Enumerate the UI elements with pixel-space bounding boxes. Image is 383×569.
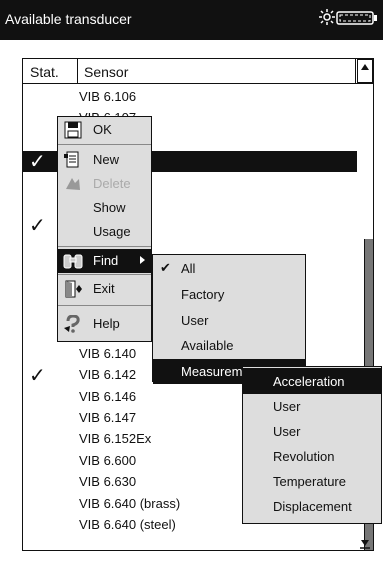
backlight-icon — [319, 9, 335, 25]
menu-item-help[interactable]: Help — [58, 312, 151, 336]
floppy-disk-icon — [64, 121, 82, 139]
measurement-item-label: Displacement — [273, 499, 352, 514]
menu-item-usage[interactable]: Usage — [58, 220, 151, 244]
find-item-label: Factory — [181, 287, 225, 302]
sensor-name: VIB 6.152Ex — [79, 431, 152, 447]
menu-item-label: Find — [93, 253, 119, 268]
menu-item-ok[interactable]: OK — [58, 118, 151, 142]
status-check-icon: ✓ — [29, 151, 46, 174]
binoculars-icon — [63, 254, 83, 269]
measurement-item-revolution[interactable]: Revolution — [243, 443, 381, 469]
find-submenu: ✔ All Factory User Available Measurement — [152, 254, 306, 384]
measurement-item-displacement[interactable]: Displacement — [243, 493, 381, 519]
column-header-sensor[interactable]: Sensor — [78, 59, 356, 83]
menu-item-delete[interactable]: Delete — [58, 172, 151, 196]
new-document-icon — [64, 151, 79, 168]
title-bar: Available transducer — [0, 0, 383, 40]
list-header: Stat. Sensor — [23, 59, 373, 84]
measurement-item-label: User — [273, 399, 301, 414]
table-row[interactable]: VIB 6.106 — [23, 87, 357, 108]
sensor-name: VIB 6.640 (brass) — [79, 495, 181, 511]
measurement-item-label: Temperature — [273, 474, 346, 489]
measurement-item-label: User — [273, 424, 301, 439]
find-item-all[interactable]: ✔ All — [153, 256, 305, 281]
menu-item-find[interactable]: Find — [58, 249, 151, 273]
checkmark-icon: ✔ — [160, 260, 171, 275]
sensor-name: VIB 6.640 (steel) — [79, 517, 176, 532]
measurement-item-user[interactable]: User — [243, 393, 381, 419]
find-item-user[interactable]: User — [153, 308, 305, 333]
find-item-label: Available — [181, 338, 234, 353]
find-item-label: User — [181, 313, 209, 328]
measurement-submenu: Acceleration User User Revolution Temper… — [242, 366, 382, 524]
measurement-item-user-2[interactable]: User — [243, 418, 381, 444]
menu-divider — [58, 246, 151, 247]
measurement-item-label: Revolution — [273, 449, 335, 464]
status-check-icon: ✓ — [29, 215, 46, 238]
submenu-arrow-icon — [140, 256, 145, 264]
sensor-name: VIB 6.140 — [79, 345, 137, 361]
sensor-name: VIB 6.142 — [79, 367, 137, 383]
sensor-name: VIB 6.600 — [79, 452, 137, 468]
sensor-name: VIB 6.106 — [79, 89, 137, 104]
menu-item-label: New — [93, 152, 120, 167]
delete-icon — [66, 178, 80, 190]
find-item-label: All — [181, 261, 196, 276]
status-check-icon: ✓ — [29, 365, 46, 388]
scroll-up-arrow-icon[interactable] — [357, 59, 373, 83]
menu-item-label: Delete — [93, 176, 131, 191]
scroll-down-arrow-icon[interactable] — [357, 535, 373, 551]
find-item-factory[interactable]: Factory — [153, 282, 305, 307]
menu-item-label: Show — [93, 200, 126, 215]
menu-item-label: Help — [93, 316, 120, 331]
sensor-name: VIB 6.146 — [79, 388, 137, 404]
menu-divider — [58, 144, 151, 145]
battery-icon — [336, 11, 377, 25]
menu-item-show[interactable]: Show — [58, 196, 151, 220]
column-header-stat[interactable]: Stat. — [23, 59, 78, 83]
measurement-item-temperature[interactable]: Temperature — [243, 468, 381, 494]
context-menu: OK New Delete Show Usage Find Exit Help — [57, 116, 152, 342]
exit-door-icon — [65, 280, 82, 298]
menu-item-new[interactable]: New — [58, 148, 151, 172]
sensor-name: VIB 6.147 — [79, 410, 137, 425]
window-title: Available transducer — [5, 11, 132, 27]
menu-divider — [58, 274, 151, 275]
menu-item-label: OK — [93, 122, 112, 137]
menu-item-label: Exit — [93, 281, 115, 296]
menu-item-label: Usage — [93, 224, 131, 239]
menu-divider — [58, 305, 151, 306]
sensor-name: VIB 6.630 — [79, 474, 137, 490]
find-item-available[interactable]: Available — [153, 333, 305, 358]
help-icon — [64, 315, 80, 333]
measurement-item-label: Acceleration — [273, 374, 345, 389]
menu-item-exit[interactable]: Exit — [58, 277, 151, 301]
measurement-item-acceleration[interactable]: Acceleration — [243, 368, 381, 394]
